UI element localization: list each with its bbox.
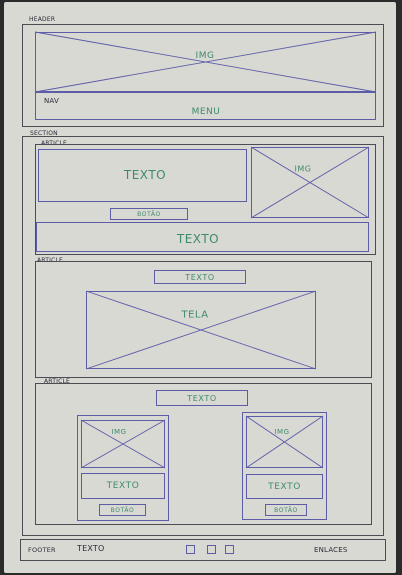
nav-menu-label: MENU — [191, 107, 221, 117]
social-icon-1[interactable] — [186, 545, 195, 554]
article-1-text-strip-label: TEXTO — [176, 232, 220, 246]
footer-text: TEXTO — [77, 544, 105, 553]
article-3-title-label: TEXTO — [187, 393, 217, 403]
card-left-image-label: IMG — [111, 428, 127, 436]
card-right-image-label: IMG — [274, 428, 290, 436]
card-right-button[interactable]: BOTÃO — [265, 504, 307, 516]
card-left-text-box: TEXTO — [81, 473, 165, 499]
article-2-title-box: TEXTO — [154, 270, 246, 284]
social-icon-3[interactable] — [225, 545, 234, 554]
footer-links[interactable]: ENLACES — [314, 546, 348, 554]
header-image-cross — [34, 31, 377, 93]
card-right-image-cross — [245, 415, 324, 469]
card-right-text-label: TEXTO — [268, 481, 301, 492]
article-3-title-box: TEXTO — [156, 390, 248, 406]
footer-label: FOOTER — [28, 546, 56, 554]
social-icon-2[interactable] — [207, 545, 216, 554]
card-left-button-label: BOTÃO — [110, 506, 135, 514]
article-1-image-cross — [250, 146, 370, 219]
card-left-button[interactable]: BOTÃO — [99, 504, 146, 516]
article-1-button-label: BOTÃO — [137, 210, 161, 218]
card-right-text-box: TEXTO — [246, 474, 323, 499]
sketch-paper: HEADER IMG NAV MENU SECTION ARTICLE TEXT… — [4, 2, 396, 573]
article-2-title-label: TEXTO — [185, 272, 215, 282]
nav-label: NAV — [44, 97, 59, 105]
header-image-label: IMG — [195, 51, 215, 61]
article-1-text-label: TEXTO — [123, 168, 167, 182]
article-1-image-label: IMG — [294, 164, 312, 174]
article-2-screen-cross — [85, 290, 317, 370]
header-label: HEADER — [29, 16, 56, 23]
card-left-text-label: TEXTO — [106, 481, 140, 491]
article-2-screen-label: TELA — [181, 309, 209, 321]
article-1-button[interactable]: BOTÃO — [110, 208, 188, 220]
card-right-button-label: BOTÃO — [274, 506, 298, 514]
